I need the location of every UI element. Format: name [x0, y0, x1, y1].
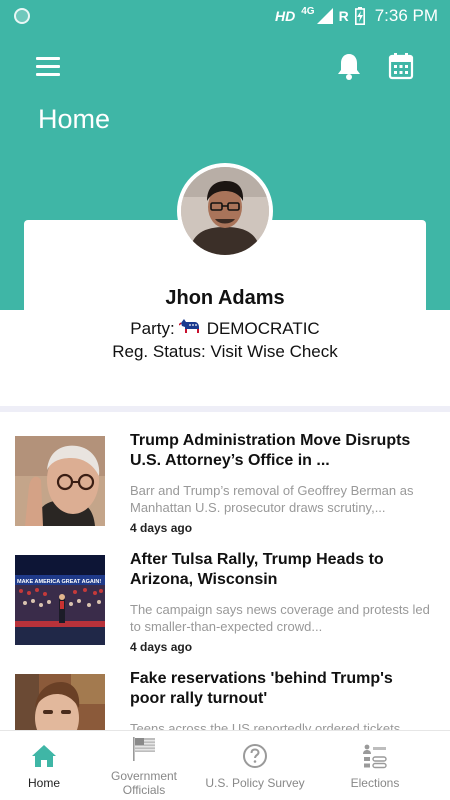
nav-label: U.S. Policy Survey: [205, 776, 305, 790]
avatar-photo: [181, 167, 269, 255]
bottom-navigation: Home Government Officials U.S. Policy Su…: [0, 730, 450, 800]
reg-status-label: Reg. Status:: [112, 342, 206, 361]
news-description: The campaign says news coverage and prot…: [130, 602, 430, 634]
status-bar: HD 4G R 7:36 PM: [0, 0, 450, 32]
network-type: 4G: [301, 5, 315, 17]
party-label: Party:: [130, 319, 175, 338]
nav-government-officials[interactable]: Government Officials: [95, 731, 193, 800]
top-app-bar: [0, 48, 450, 84]
news-description: Barr and Trump’s removal of Geoffrey Ber…: [130, 483, 414, 515]
news-list: Trump Administration Move Disrupts U.S. …: [0, 412, 450, 730]
news-thumbnail: [15, 674, 105, 730]
profile-name: Jhon Adams: [165, 287, 285, 309]
clock: 7:36 PM: [374, 6, 438, 25]
registration-status-row: Reg. Status: Visit Wise Check: [0, 342, 450, 362]
news-item[interactable]: Fake reservations 'behind Trump's poor r…: [0, 670, 450, 730]
hd-indicator: HD: [274, 8, 296, 24]
menu-icon[interactable]: [36, 54, 64, 78]
news-description: Teens across the US reportedly ordered t…: [130, 721, 401, 730]
status-indicators: HD 4G R 7:36 PM: [275, 6, 438, 26]
news-item[interactable]: Trump Administration Move Disrupts U.S. …: [0, 432, 450, 546]
news-thumbnail-banner: MAKE AMERICA GREAT AGAIN!: [17, 579, 101, 585]
nav-label: Government Officials: [110, 769, 178, 797]
news-time: 4 days ago: [130, 640, 193, 654]
reg-status-link[interactable]: Visit Wise Check: [211, 342, 338, 361]
democratic-donkey-icon: [178, 319, 199, 333]
party-row: Party: DEMOCRATIC: [0, 317, 450, 339]
flag-icon: [133, 737, 155, 761]
party-value: DEMOCRATIC: [206, 319, 320, 338]
nav-home[interactable]: Home: [0, 731, 88, 800]
roaming-indicator: R: [338, 8, 349, 24]
nav-policy-survey[interactable]: U.S. Policy Survey: [196, 731, 314, 800]
news-title: Fake reservations 'behind Trump's poor r…: [130, 670, 393, 707]
news-title: Trump Administration Move Disrupts U.S. …: [130, 432, 411, 469]
avatar[interactable]: [177, 163, 273, 259]
nav-label: Home: [27, 776, 60, 790]
signal-icon: [316, 8, 333, 24]
calendar-icon[interactable]: [388, 52, 414, 80]
page-title: Home: [38, 104, 111, 134]
news-thumbnail: MAKE AMERICA GREAT AGAIN!: [15, 555, 105, 645]
news-title: After Tulsa Rally, Trump Heads to Arizon…: [130, 551, 384, 588]
home-icon: [32, 745, 56, 767]
question-icon: [243, 744, 267, 768]
news-item[interactable]: MAKE AMERICA GREAT AGAIN! After Tulsa Ra…: [0, 551, 450, 665]
ballot-list-icon: [363, 744, 387, 769]
notification-dot-icon: [14, 8, 30, 24]
bell-icon[interactable]: [336, 52, 362, 80]
nav-elections[interactable]: Elections: [330, 731, 420, 800]
battery-charging-icon: [354, 7, 365, 25]
news-thumbnail: [15, 436, 105, 526]
nav-label: Elections: [350, 776, 400, 790]
news-time: 4 days ago: [130, 521, 193, 535]
